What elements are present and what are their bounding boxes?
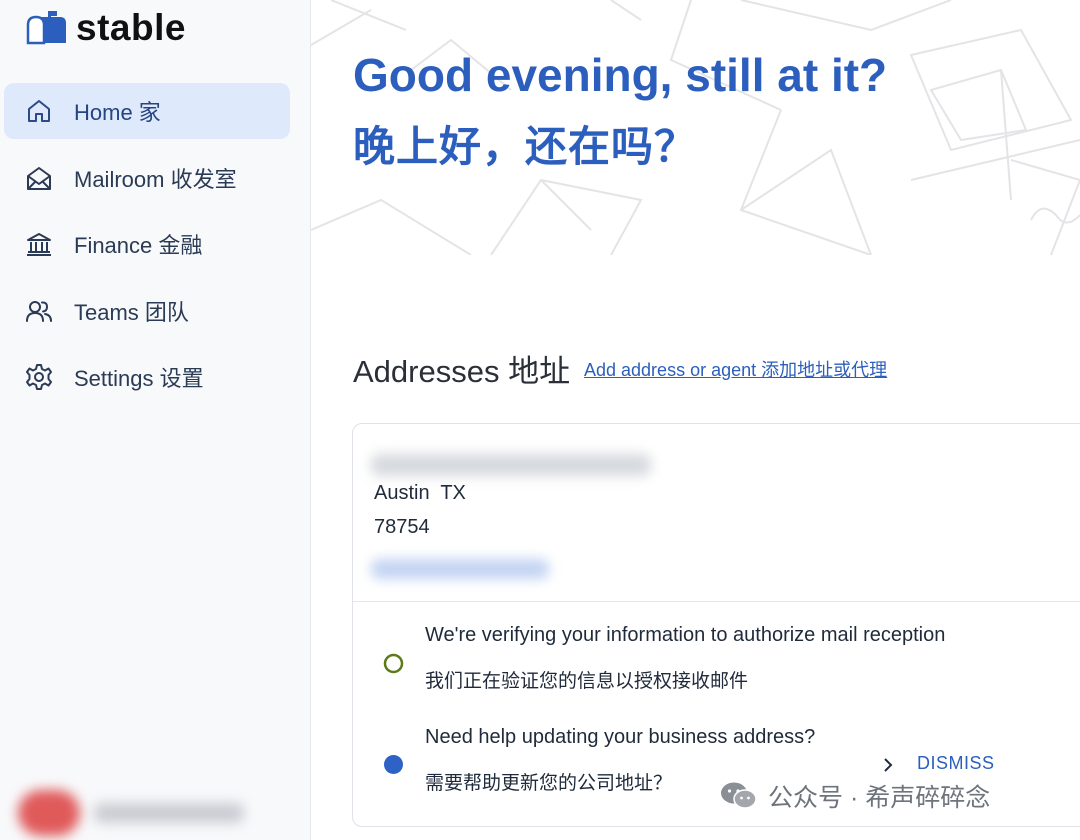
brand[interactable]: stable (24, 7, 186, 48)
sidebar-item-label: Home 家 (74, 100, 161, 125)
chevron-right-icon[interactable] (881, 756, 895, 774)
sidebar: stable Home 家 Mailroom 收发室 Finance 金融 Te… (0, 0, 311, 840)
envelope-open-icon (24, 163, 54, 193)
home-icon (24, 96, 54, 126)
mailbox-logo-icon (26, 11, 66, 45)
address-zip: 78754 (374, 516, 430, 538)
help-text-chinese: 需要帮助更新您的公司地址？ (425, 773, 673, 794)
sidebar-nav: Home 家 Mailroom 收发室 Finance 金融 Teams 团队 … (4, 83, 290, 416)
sidebar-item-label: Teams 团队 (74, 299, 189, 325)
avatar (18, 790, 80, 836)
add-address-link[interactable]: Add address or agent 添加地址或代理 (584, 356, 887, 382)
street-address-redacted (371, 454, 651, 476)
user-account-redacted[interactable] (18, 790, 278, 836)
bank-icon (24, 229, 54, 259)
sidebar-item-label: Settings 设置 (74, 366, 204, 391)
address-card: Austin TX 78754 We're verifying your inf… (352, 423, 1080, 827)
card-divider (353, 601, 1080, 602)
sidebar-item-finance[interactable]: Finance 金融 (4, 216, 290, 272)
addresses-title: Addresses 地址 (353, 354, 571, 389)
address-link-redacted[interactable] (371, 559, 549, 579)
greeting-english: Good evening, still at it? (353, 49, 888, 101)
sidebar-item-label: Finance 金融 (74, 233, 203, 258)
watermark: 公众号 · 希声碎碎念 (720, 778, 990, 814)
watermark-text: 公众号 · 希声碎碎念 (768, 784, 991, 812)
info-dot-icon (384, 755, 403, 774)
hero-banner: Good evening, still at it? 晚上好，还在吗？ (311, 0, 1080, 255)
sidebar-item-mailroom[interactable]: Mailroom 收发室 (4, 150, 290, 206)
greeting-chinese: 晚上好，还在吗？ (353, 123, 698, 170)
users-icon (24, 296, 54, 326)
brand-name: stable (76, 7, 186, 48)
status-text-english: We're verifying your information to auth… (425, 624, 946, 646)
sidebar-item-home[interactable]: Home 家 (4, 83, 290, 139)
dismiss-button[interactable]: DISMISS (917, 753, 995, 774)
pending-circle-icon (383, 653, 404, 674)
gear-icon (24, 362, 54, 392)
wechat-icon (721, 782, 757, 809)
sidebar-item-settings[interactable]: Settings 设置 (4, 349, 290, 405)
address-city-state: Austin TX (374, 482, 466, 504)
user-name-redacted (94, 803, 244, 823)
help-text-english: Need help updating your business address… (425, 726, 816, 748)
sidebar-item-label: Mailroom 收发室 (74, 166, 237, 192)
status-text-chinese: 我们正在验证您的信息以授权接收邮件 (425, 671, 749, 692)
sidebar-item-teams[interactable]: Teams 团队 (4, 283, 290, 339)
